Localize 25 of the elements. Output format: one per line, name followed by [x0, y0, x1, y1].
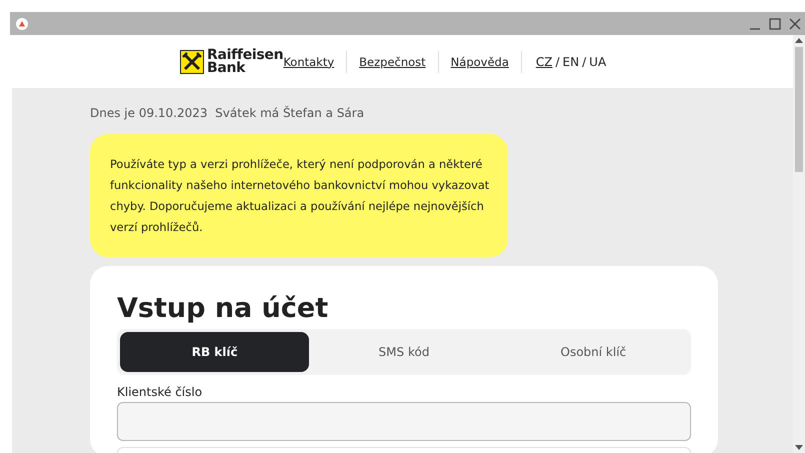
login-tab[interactable]: Osobní klíč	[498, 332, 688, 372]
date-text: Dnes je 09.10.2023 Svátek má Štefan a Sára	[90, 106, 366, 120]
language-link[interactable]: CZ	[536, 54, 552, 68]
browser-warning: Používáte typ a verzi prohlížeče, který není podporován a některé funkcionality našeho internetového bankovnictví mohou vykazovat chyby. Doporučujeme aktualizaci a používání nejlépe nejnovějších verzí prohlížečů.	[90, 134, 508, 257]
bank-logo-text: Raiffeisen Bank	[207, 48, 284, 74]
nav-link[interactable]: Nápověda	[438, 50, 522, 72]
language-link[interactable]: EN	[562, 54, 580, 68]
maximize-icon[interactable]	[769, 18, 781, 30]
field-label: Klientské číslo	[117, 385, 204, 399]
app-icon	[16, 18, 28, 30]
login-tab[interactable]: RB klíč	[120, 332, 310, 372]
language-separator: /	[582, 54, 586, 68]
nav-link[interactable]: Bezpečnost	[347, 50, 439, 72]
scrollbar-thumb[interactable]	[795, 47, 803, 172]
login-tab[interactable]: SMS kód	[309, 332, 499, 372]
scroll-up-icon[interactable]	[795, 38, 803, 43]
close-icon[interactable]	[789, 18, 801, 30]
language-separator: /	[556, 54, 560, 68]
input-field[interactable]	[117, 402, 691, 441]
nav-link[interactable]: Kontakty	[283, 50, 348, 72]
scroll-down-icon[interactable]	[795, 445, 803, 450]
scrollbar[interactable]	[793, 35, 805, 453]
logo-icon	[180, 50, 204, 74]
login-title: Vstup na účet	[117, 292, 330, 326]
language-link[interactable]: UA	[589, 54, 606, 68]
